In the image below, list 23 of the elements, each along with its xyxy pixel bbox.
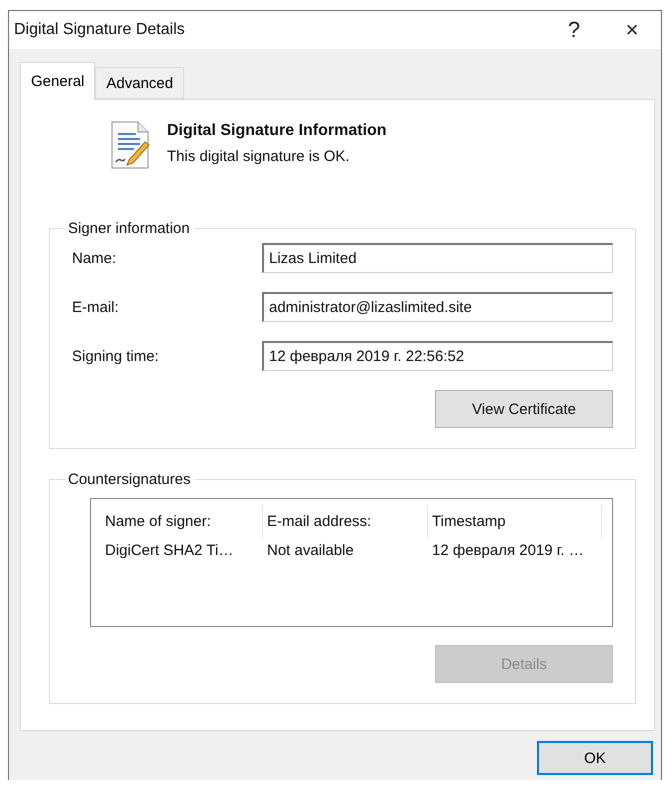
group-title: Signer information	[67, 220, 191, 237]
help-button[interactable]: ?	[545, 11, 603, 49]
status-text: This digital signature is OK.	[167, 148, 351, 165]
ok-button[interactable]: OK	[537, 741, 653, 775]
table-cell-text: 12 февраля 2019 г. …	[431, 541, 585, 561]
column-header[interactable]: Timestamp	[428, 505, 602, 538]
column-header[interactable]: Name of signer:	[101, 505, 263, 538]
tab[interactable]: Advanced	[95, 67, 184, 99]
input-field[interactable]: Lizas Limited	[262, 243, 613, 273]
table-cell-text: Not available	[266, 541, 355, 561]
heading: Digital Signature Information	[167, 122, 387, 140]
column-header[interactable]: E-mail address:	[263, 505, 428, 538]
field-label: Name:	[72, 250, 118, 266]
input-field[interactable]: 12 февраля 2019 г. 22:56:52	[262, 341, 613, 371]
close-button[interactable]: ×	[603, 11, 661, 49]
view-certificate-button[interactable]: View Certificate	[435, 390, 613, 428]
tab[interactable]: General	[20, 62, 96, 100]
field-label: Signing time:	[72, 348, 160, 364]
table-cell-text: DigiCert SHA2 Ti…	[104, 541, 234, 561]
group-title: Countersignatures	[67, 471, 192, 488]
window-title: Digital Signature Details	[14, 21, 186, 39]
input-field[interactable]: administrator@lizaslimited.site	[262, 292, 613, 322]
field-label: E-mail:	[72, 298, 120, 316]
